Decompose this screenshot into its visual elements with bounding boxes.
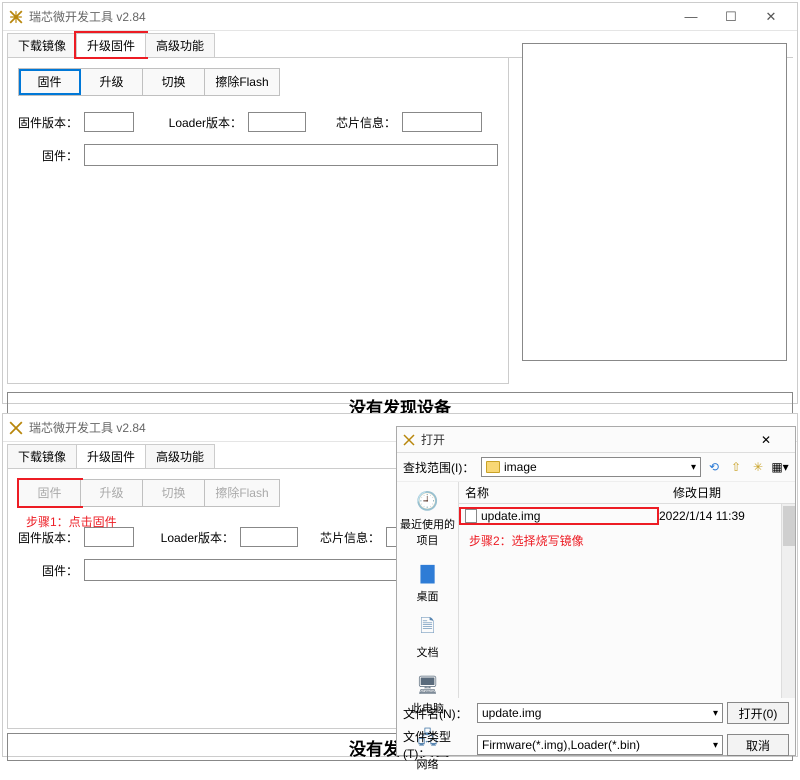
minimize-button[interactable]: — — [671, 5, 711, 29]
chip-info-label: 芯片信息： — [336, 114, 396, 131]
step1-annotation: 步骤1：点击固件 — [26, 513, 117, 530]
log-panel — [522, 43, 787, 361]
open-dialog-title: 打开 — [421, 431, 761, 448]
main-window-1: 瑞芯微开发工具 v2.84 — ☐ ✕ 下载镜像 升级固件 高级功能 固件 升级… — [2, 2, 798, 404]
tab-download-image[interactable]: 下载镜像 — [7, 33, 77, 57]
app-icon — [9, 10, 23, 24]
file-list: 名称 修改日期 update.img 2022/1/14 11:39 步骤2：选… — [459, 482, 795, 698]
erase-flash-button-2[interactable]: 擦除Flash — [205, 480, 279, 506]
filetype-label: 文件类型(T)： — [403, 728, 473, 762]
firmware-path-field[interactable] — [84, 144, 498, 166]
tab-upgrade-firmware-2[interactable]: 升级固件 — [76, 444, 146, 468]
loader-version-field — [248, 112, 306, 132]
action-button-bar-2: 固件 升级 切换 擦除Flash — [18, 479, 280, 507]
up-folder-icon[interactable]: ⇧ — [727, 458, 745, 476]
place-desktop[interactable]: ▇ 桌面 — [397, 556, 458, 612]
chevron-down-icon: ▾ — [713, 708, 718, 719]
back-icon[interactable]: ⟲ — [705, 458, 723, 476]
filename-label: 文件名(N)： — [403, 705, 473, 722]
close-button[interactable]: ✕ — [751, 5, 791, 29]
tab-download-image-2[interactable]: 下载镜像 — [7, 444, 77, 468]
fw-version-label-2: 固件版本： — [18, 529, 78, 546]
folder-icon — [486, 461, 500, 473]
loader-version-label-2: Loader版本： — [156, 529, 234, 546]
file-date: 2022/1/14 11:39 — [657, 509, 793, 523]
file-list-header: 名称 修改日期 — [459, 482, 795, 504]
firmware-button-2[interactable]: 固件 — [19, 480, 81, 506]
open-dialog-close-button[interactable]: ✕ — [761, 433, 789, 447]
switch-button-2[interactable]: 切换 — [143, 480, 205, 506]
firmware-path-label: 固件： — [18, 147, 78, 164]
open-dialog-titlebar: 打开 ✕ — [397, 427, 795, 453]
filename-field[interactable]: update.img ▾ — [477, 703, 723, 723]
tab-upgrade-firmware[interactable]: 升级固件 — [76, 33, 146, 57]
version-row-1: 固件版本： Loader版本： 芯片信息： — [18, 112, 498, 132]
place-recent[interactable]: 🕘 最近使用的项目 — [397, 484, 458, 556]
upgrade-button-2[interactable]: 升级 — [81, 480, 143, 506]
filetype-select[interactable]: Firmware(*.img),Loader(*.bin) ▾ — [477, 735, 723, 755]
place-documents[interactable]: 🗎 文档 — [397, 612, 458, 668]
tab-advanced[interactable]: 高级功能 — [145, 33, 215, 57]
erase-flash-button[interactable]: 擦除Flash — [205, 69, 279, 95]
firmware-path-label-2: 固件： — [18, 562, 78, 579]
chip-info-field — [402, 112, 482, 132]
col-name[interactable]: 名称 — [459, 484, 669, 501]
app-icon — [403, 434, 415, 446]
maximize-button[interactable]: ☐ — [711, 5, 751, 29]
titlebar-1: 瑞芯微开发工具 v2.84 — ☐ ✕ — [3, 3, 797, 31]
fw-version-field — [84, 112, 134, 132]
computer-icon: 🖥 — [415, 672, 441, 698]
chevron-down-icon: ▾ — [713, 740, 718, 751]
look-in-row: 查找范围(I)： image ▾ ⟲ ⇧ ✳ ▦▾ — [397, 453, 795, 482]
look-in-value: image — [504, 460, 537, 474]
step2-annotation: 步骤2：选择烧写镜像 — [469, 532, 584, 549]
action-button-bar-1: 固件 升级 切换 擦除Flash — [18, 68, 280, 96]
loader-version-field-2 — [240, 527, 298, 547]
filetype-value: Firmware(*.img),Loader(*.bin) — [482, 738, 640, 752]
loader-version-label: Loader版本： — [164, 114, 242, 131]
switch-button[interactable]: 切换 — [143, 69, 205, 95]
window-title-1: 瑞芯微开发工具 v2.84 — [29, 8, 671, 25]
chevron-down-icon: ▾ — [691, 462, 696, 473]
open-dialog-bottom: 文件名(N)： update.img ▾ 打开(0) 文件类型(T)： Firm… — [397, 698, 795, 770]
firmware-path-row-1: 固件： — [18, 144, 498, 166]
chip-info-label-2: 芯片信息： — [320, 529, 380, 546]
documents-icon: 🗎 — [415, 616, 441, 642]
scrollbar[interactable] — [781, 504, 795, 698]
places-bar: 🕘 最近使用的项目 ▇ 桌面 🗎 文档 🖥 此电脑 🖧 网络 — [397, 482, 459, 698]
open-dialog-body: 🕘 最近使用的项目 ▇ 桌面 🗎 文档 🖥 此电脑 🖧 网络 名称 — [397, 482, 795, 698]
fw-version-label: 固件版本： — [18, 114, 78, 131]
col-mdate[interactable]: 修改日期 — [669, 484, 795, 501]
look-in-select[interactable]: image ▾ — [481, 457, 701, 477]
cancel-button[interactable]: 取消 — [727, 734, 789, 756]
fw-version-field-2 — [84, 527, 134, 547]
new-folder-icon[interactable]: ✳ — [749, 458, 767, 476]
open-button[interactable]: 打开(0) — [727, 702, 789, 724]
tab-panel-1: 固件 升级 切换 擦除Flash 固件版本： Loader版本： 芯片信息： 固… — [7, 58, 509, 384]
file-list-body[interactable]: update.img 2022/1/14 11:39 步骤2：选择烧写镜像 — [459, 504, 795, 698]
file-icon — [465, 509, 477, 523]
scroll-thumb[interactable] — [783, 506, 795, 546]
file-name: update.img — [481, 509, 540, 523]
tab-advanced-2[interactable]: 高级功能 — [145, 444, 215, 468]
open-dialog: 打开 ✕ 查找范围(I)： image ▾ ⟲ ⇧ ✳ ▦▾ 🕘 最近使用的项目… — [396, 426, 796, 756]
filename-value: update.img — [482, 706, 541, 720]
desktop-icon: ▇ — [415, 560, 441, 586]
app-icon — [9, 421, 23, 435]
file-row[interactable]: update.img 2022/1/14 11:39 — [461, 506, 793, 526]
look-in-label: 查找范围(I)： — [403, 459, 477, 476]
firmware-button[interactable]: 固件 — [19, 69, 81, 95]
view-menu-icon[interactable]: ▦▾ — [771, 458, 789, 476]
recent-icon: 🕘 — [415, 488, 441, 514]
upgrade-button[interactable]: 升级 — [81, 69, 143, 95]
